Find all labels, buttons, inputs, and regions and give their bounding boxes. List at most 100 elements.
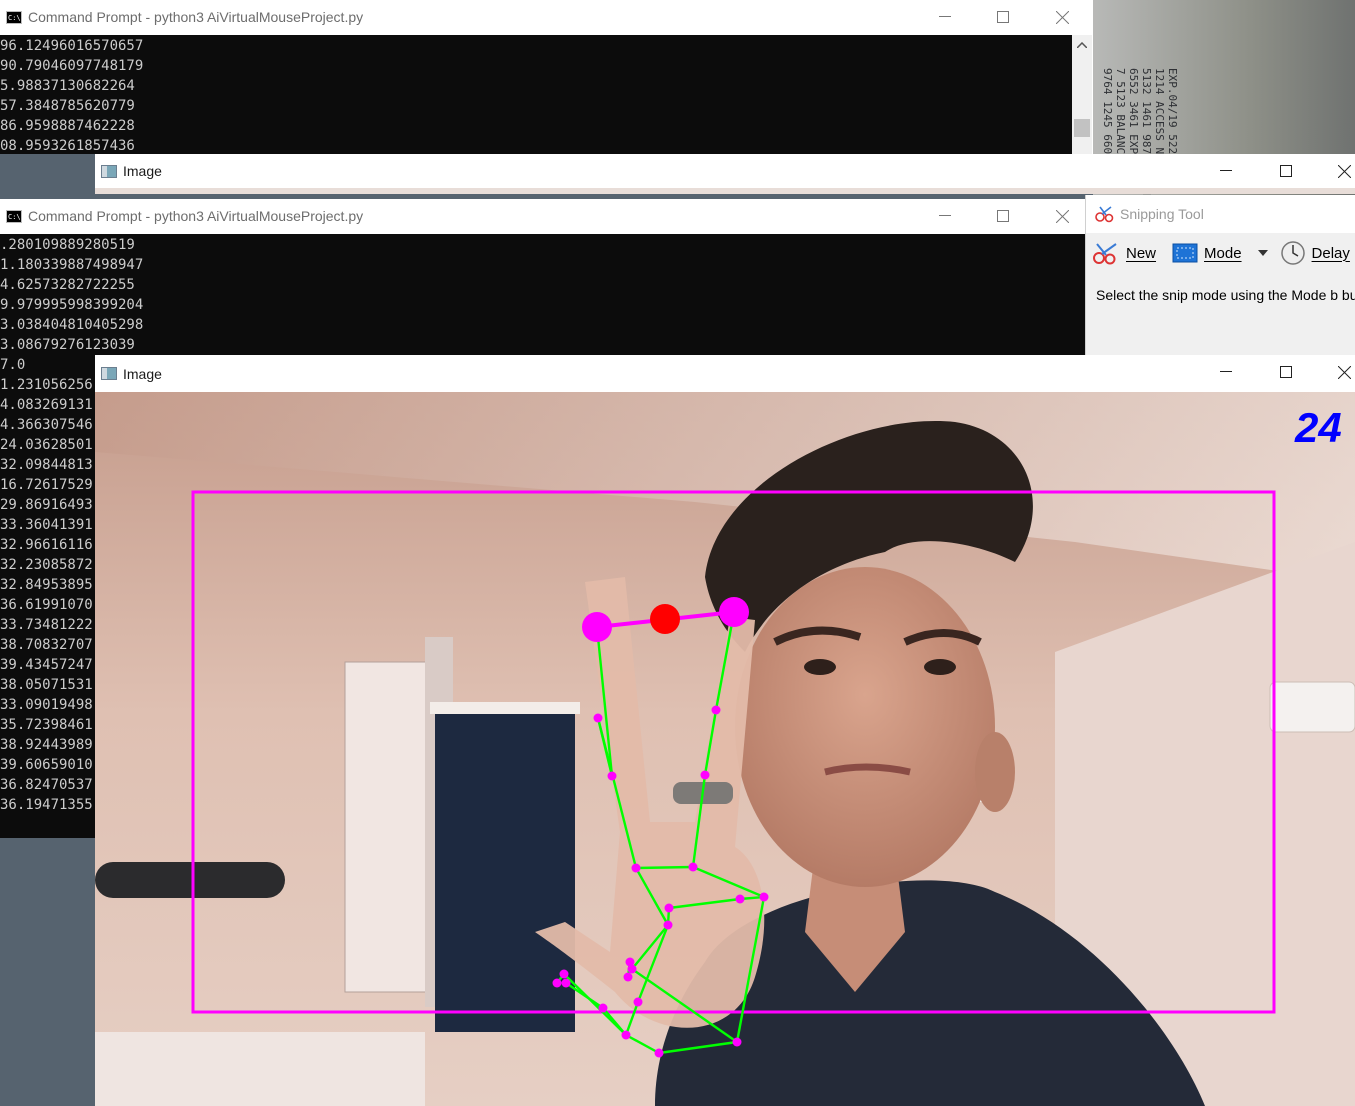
maximize-icon xyxy=(1280,366,1292,378)
window-title: Command Prompt - python3 AiVirtualMouseP… xyxy=(28,208,364,224)
snipping-tool-window[interactable]: Snipping Tool New Mode Delay Select the … xyxy=(1085,195,1355,355)
hand-landmark xyxy=(621,1030,631,1040)
window-title: Image xyxy=(123,365,162,382)
hand-landmark xyxy=(735,894,745,904)
close-icon xyxy=(1337,164,1351,178)
minimize-button[interactable] xyxy=(1197,154,1255,188)
console-line: 86.9598887462228 xyxy=(0,118,135,134)
hand-connection xyxy=(624,1001,640,1036)
hand-connection xyxy=(692,865,765,899)
minimize-icon xyxy=(1220,371,1232,372)
close-icon xyxy=(1055,10,1069,24)
maximize-button[interactable] xyxy=(1257,154,1315,188)
console-line: 57.3848785620779 xyxy=(0,98,135,114)
new-label: New xyxy=(1126,244,1157,262)
hand-landmark xyxy=(633,997,643,1007)
console-line: 3.08679276123039 xyxy=(0,337,135,353)
mode-label: Mode xyxy=(1204,244,1242,262)
cmd-window-top[interactable]: C:\ Command Prompt - python3 AiVirtualMo… xyxy=(0,0,1093,154)
hand-landmark xyxy=(593,713,603,723)
maximize-button[interactable] xyxy=(974,199,1032,233)
close-button[interactable] xyxy=(1315,355,1355,389)
minimize-icon xyxy=(1220,170,1232,171)
scroll-up-arrow[interactable] xyxy=(1072,35,1092,55)
hand-connection xyxy=(595,626,614,777)
close-button[interactable] xyxy=(1033,199,1086,233)
delay-label: Delay xyxy=(1311,244,1350,262)
console-line: 4.62573282722255 xyxy=(0,277,135,293)
close-icon xyxy=(1055,209,1069,223)
window-title: Command Prompt - python3 AiVirtualMouseP… xyxy=(28,9,364,25)
tracking-overlay: 24 xyxy=(191,404,1342,1058)
fps-counter: 24 xyxy=(1294,404,1342,451)
hand-connection xyxy=(658,1040,738,1055)
webcam-frame: 24 xyxy=(95,392,1355,1106)
image-titlebar[interactable]: Image xyxy=(95,355,1355,392)
hand-landmark xyxy=(663,920,673,930)
hand-landmark xyxy=(732,1037,742,1047)
hand-connection xyxy=(563,973,627,1036)
close-button[interactable] xyxy=(1315,154,1355,188)
scissors-icon xyxy=(1095,206,1114,223)
cmd-icon: C:\ xyxy=(6,209,22,223)
minimize-button[interactable] xyxy=(1197,355,1255,389)
console-output[interactable]: 96.12496016570657 90.79046097748179 5.9883… xyxy=(0,35,1072,154)
hand-landmark xyxy=(654,1048,664,1058)
console-scrollbar[interactable] xyxy=(1072,35,1092,154)
hand-landmark xyxy=(625,957,635,967)
hand-landmark xyxy=(688,862,698,872)
close-button[interactable] xyxy=(1033,0,1091,34)
close-icon xyxy=(1337,365,1351,379)
hand-connection xyxy=(631,924,669,970)
image-window-back[interactable]: Image xyxy=(95,154,1355,194)
window-title: Image xyxy=(123,163,162,179)
maximize-button[interactable] xyxy=(974,0,1032,34)
hand-connection xyxy=(635,865,694,870)
new-button[interactable]: New xyxy=(1086,240,1156,266)
maximize-icon xyxy=(997,11,1009,23)
hand-connection xyxy=(634,867,670,926)
maximize-button[interactable] xyxy=(1257,355,1315,389)
minimize-button[interactable] xyxy=(916,199,974,233)
hand-connection xyxy=(735,896,766,1043)
hand-landmark xyxy=(561,978,571,988)
hand-landmark xyxy=(598,1003,608,1013)
chevron-down-icon xyxy=(1257,250,1268,256)
minimize-icon xyxy=(939,215,951,216)
hand-landmark xyxy=(607,771,617,781)
mode-icon xyxy=(1172,243,1198,263)
image-window-front[interactable]: Image 24 xyxy=(95,355,1355,1106)
scrollbar-thumb[interactable] xyxy=(1074,119,1090,137)
click-point xyxy=(650,604,680,634)
console-line: 08.9593261857436 xyxy=(0,138,135,154)
image-titlebar[interactable]: Image xyxy=(95,154,1355,188)
mode-button[interactable]: Mode xyxy=(1172,242,1268,264)
delay-button[interactable]: Delay xyxy=(1280,240,1350,266)
maximize-icon xyxy=(997,210,1009,222)
hand-connection xyxy=(703,709,718,776)
hand-landmark xyxy=(552,978,562,988)
hand-skeleton-connections xyxy=(556,611,766,1055)
hand-landmark xyxy=(759,892,769,902)
cmd-titlebar[interactable]: C:\ Command Prompt - python3 AiVirtualMo… xyxy=(0,199,1086,233)
hand-connection xyxy=(668,897,741,910)
snipping-titlebar[interactable]: Snipping Tool xyxy=(1086,195,1355,233)
tracking-area-rect xyxy=(191,490,1276,1014)
snip-instructions: Select the snip mode using the Mode b bu… xyxy=(1096,287,1355,303)
cmd-icon: C:\ xyxy=(6,10,22,24)
window-title: Snipping Tool xyxy=(1120,206,1204,222)
console-line: 90.79046097748179 xyxy=(0,58,144,74)
image-window-icon xyxy=(101,367,117,380)
console-line: .280109889280519 xyxy=(0,237,135,253)
chevron-up-icon xyxy=(1077,42,1087,48)
hand-landmark xyxy=(623,972,633,982)
minimize-button[interactable] xyxy=(916,0,974,34)
desktop-background-left xyxy=(0,838,96,1106)
cmd-titlebar[interactable]: C:\ Command Prompt - python3 AiVirtualMo… xyxy=(0,0,1093,34)
maximize-icon xyxy=(1280,165,1292,177)
hand-connection xyxy=(625,1033,660,1055)
hand-landmark xyxy=(559,969,569,979)
image-window-icon xyxy=(101,164,117,178)
minimize-icon xyxy=(939,16,951,17)
hand-landmark xyxy=(700,770,710,780)
